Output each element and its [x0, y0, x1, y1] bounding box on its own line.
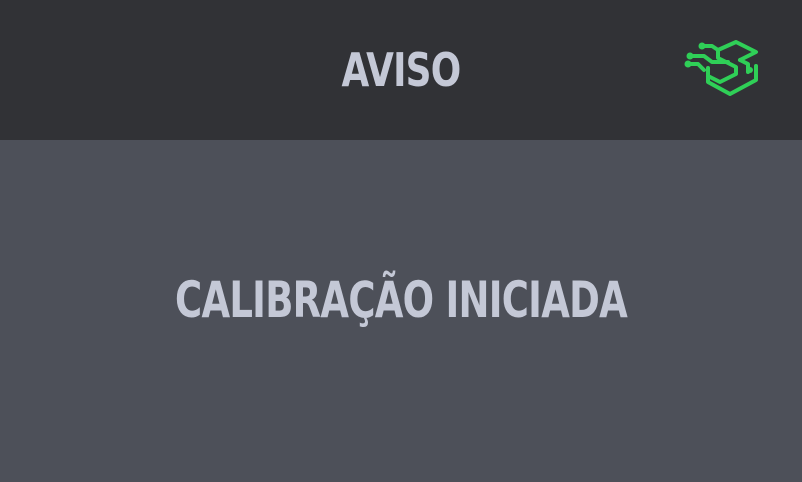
message-area: CALIBRAÇÃO INICIADA [0, 140, 802, 482]
status-message: CALIBRAÇÃO INICIADA [175, 271, 628, 329]
warning-screen: AVISO CALIBRAÇÃO INICIADA [0, 0, 802, 482]
circuit-box-logo-icon [684, 40, 758, 96]
page-title: AVISO [341, 43, 462, 97]
header-bar: AVISO [0, 0, 802, 140]
